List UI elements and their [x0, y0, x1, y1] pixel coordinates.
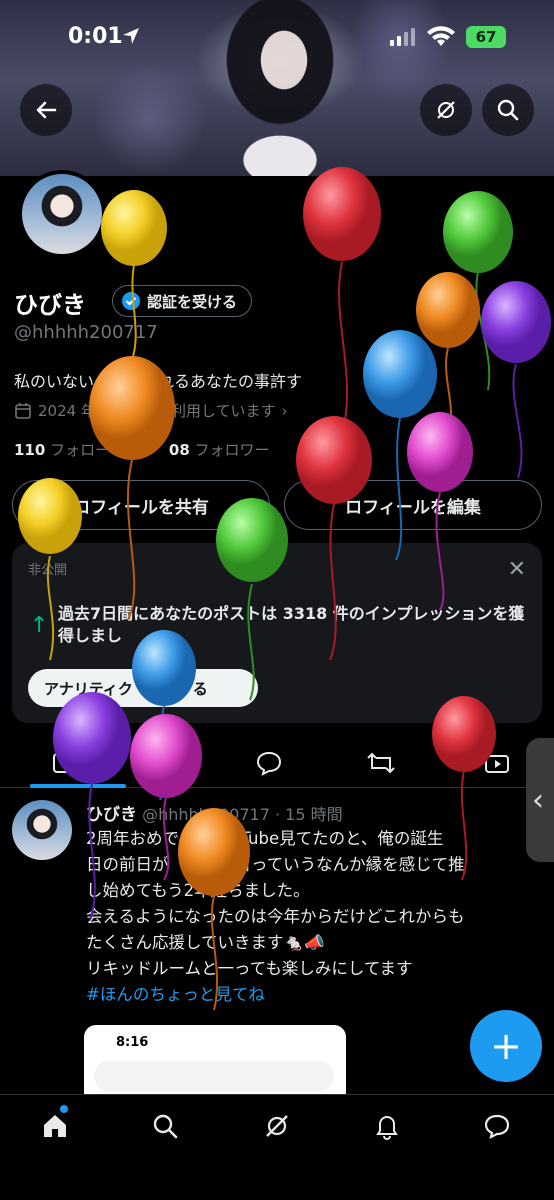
- post-handle-time: @hhhhh200717 · 15 時間: [142, 805, 343, 824]
- get-verified-button[interactable]: 認証を受ける: [112, 285, 253, 317]
- profile-name: ひびき: [14, 291, 86, 319]
- search-button[interactable]: [482, 84, 534, 136]
- grok-icon: [437, 101, 455, 119]
- nav-home[interactable]: [38, 1109, 72, 1143]
- balloon: [416, 272, 480, 441]
- post-line: 2周年おめで YouTube見てたのと、俺の誕生: [86, 829, 444, 848]
- status-bar: 0:01 67: [0, 0, 554, 74]
- balloon: [481, 281, 551, 479]
- profile-tabs: [0, 738, 554, 788]
- follow-stats: 110 フォロー 08 フォロワー: [14, 439, 270, 460]
- back-button[interactable]: [20, 84, 72, 136]
- verified-badge-icon: [122, 292, 140, 310]
- following-label[interactable]: フォロー: [50, 441, 110, 459]
- tab-replies[interactable]: [252, 746, 286, 780]
- private-label: 非公開: [28, 563, 68, 578]
- analytics-label: アナリティク 用する: [44, 679, 208, 698]
- grok-button[interactable]: [420, 84, 472, 136]
- profile-avatar[interactable]: [18, 170, 106, 258]
- joined-text: 2024 年 を利用しています: [38, 402, 276, 420]
- search-icon: [153, 1114, 178, 1139]
- compose-button[interactable]: +: [470, 1010, 542, 1082]
- battery-level: 67: [475, 28, 497, 46]
- signal-icon: [390, 28, 415, 46]
- edit-profile-button[interactable]: ロフィールを編集: [284, 480, 542, 530]
- video-icon: [485, 755, 509, 773]
- following-count[interactable]: 110: [14, 441, 45, 459]
- post-line: リキッドルームと一っても楽しみにしてます: [86, 959, 413, 978]
- messages-icon: [484, 1114, 510, 1140]
- nav-search[interactable]: [148, 1109, 182, 1143]
- back-arrow-icon: [36, 101, 57, 119]
- edit-profile-label: ロフィールを編集: [345, 497, 481, 518]
- home-icon: [44, 1115, 66, 1137]
- search-icon: [497, 99, 519, 121]
- balloon: [303, 167, 381, 441]
- post-image[interactable]: 8:16: [84, 1025, 346, 1095]
- status-time: 0:01: [68, 24, 123, 49]
- profile-handle: @hhhhh200717: [14, 322, 158, 343]
- chevron-left-icon: ‹: [532, 782, 544, 818]
- notification-dot: [60, 1105, 68, 1113]
- analytics-card: 非公開 ✕ ↑ 過去7日間にあなたのポストは 3318 件のインプレッションを獲…: [12, 543, 542, 723]
- post-hashtag[interactable]: #ほんのちょっと見てね: [86, 982, 526, 1008]
- followers-label[interactable]: フォロワー: [195, 441, 270, 459]
- impressions-text: 過去7日間にあなたのポストは 3318 件のインプレッションを獲得しまし: [58, 604, 525, 645]
- nav-grok[interactable]: [260, 1109, 294, 1143]
- bottom-nav: [0, 1094, 554, 1200]
- notifications-icon: [376, 1116, 398, 1140]
- nav-notifications[interactable]: [370, 1109, 404, 1143]
- post-author-name[interactable]: ひびき: [86, 805, 137, 825]
- tab-posts[interactable]: [46, 746, 80, 780]
- post-text: 2周年おめで YouTube見てたのと、俺の誕生 日の前日が 一日っていうなんか…: [86, 826, 526, 1008]
- joined-date[interactable]: 2024 年 を利用しています ›: [14, 400, 288, 421]
- reply-icon: [256, 751, 282, 776]
- embed-time: 8:16: [116, 1035, 149, 1050]
- analytics-button[interactable]: アナリティク 用する: [28, 669, 258, 707]
- media-icon: [53, 753, 73, 773]
- share-profile-button[interactable]: ロフィールを共有: [12, 480, 270, 530]
- post-line: 会えるようになったのは今年からだけどこれからも: [86, 907, 465, 926]
- tab-reposts[interactable]: [364, 746, 398, 780]
- active-tab-indicator: [30, 784, 126, 788]
- plus-icon: +: [490, 1024, 522, 1068]
- up-arrow-icon: ↑: [30, 613, 49, 638]
- wifi-icon: [427, 26, 455, 46]
- post-line: 日の前日が 一日っていうなんか縁を感じて推: [86, 855, 465, 874]
- balloon: [443, 191, 513, 391]
- repost-icon: [367, 752, 395, 774]
- post-avatar[interactable]: [12, 800, 72, 860]
- tab-videos[interactable]: [480, 746, 514, 780]
- share-profile-label: ロフィールを共有: [73, 497, 209, 518]
- battery-indicator: 67: [466, 26, 506, 48]
- embed-toolbar: [94, 1061, 334, 1091]
- post-header: ひびき @hhhhh200717 · 15 時間: [86, 800, 343, 825]
- close-icon[interactable]: ✕: [508, 557, 526, 582]
- chevron-right-icon: ›: [281, 401, 288, 420]
- side-panel-handle[interactable]: ‹: [526, 738, 554, 862]
- get-verified-label: 認証を受ける: [147, 292, 238, 311]
- calendar-icon: [15, 402, 31, 419]
- profile-bio: 私のいない 生きれるあなたの事許す: [14, 372, 303, 391]
- grok-icon: [266, 1115, 288, 1137]
- post-line: し始めてもう2年経ちました。: [86, 881, 310, 900]
- followers-count[interactable]: 08: [169, 441, 190, 459]
- location-icon: [123, 28, 139, 44]
- nav-messages[interactable]: [480, 1109, 514, 1143]
- post-line: たくさん応援していきます🐁📣: [86, 933, 325, 952]
